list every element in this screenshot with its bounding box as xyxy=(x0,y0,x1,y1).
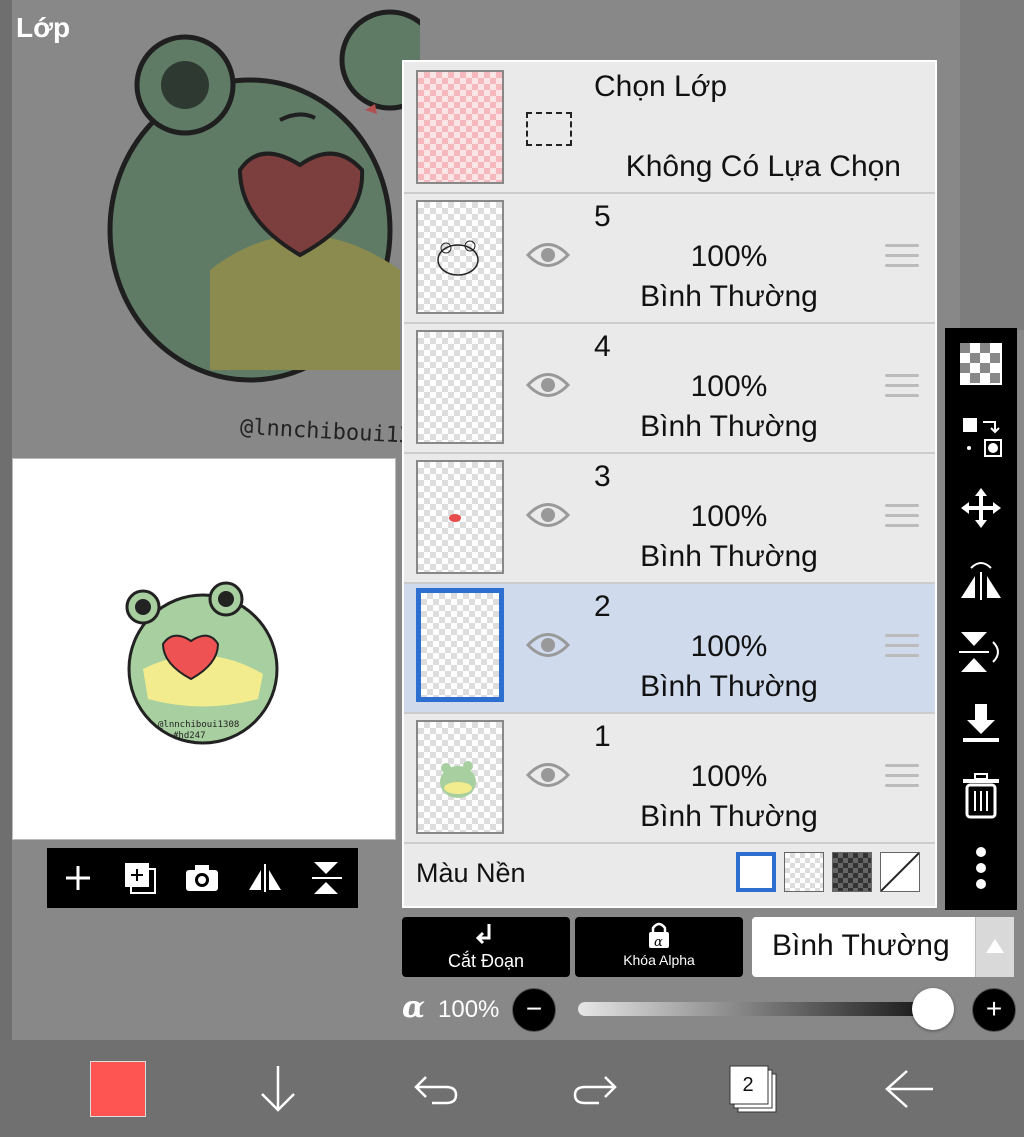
opacity-slider-knob[interactable] xyxy=(912,988,954,1030)
primary-color-swatch[interactable] xyxy=(88,1060,148,1118)
redo-icon[interactable] xyxy=(565,1060,625,1118)
frog-preview-image: @lnnchiboui1308 #hd247 xyxy=(125,581,279,745)
layer-opacity: 100% xyxy=(690,370,768,403)
layer-opacity: 100% xyxy=(690,500,768,533)
opacity-value: 100% xyxy=(438,996,500,1023)
svg-text:@lnnchiboui1308: @lnnchiboui1308 xyxy=(158,720,239,730)
visibility-eye-icon[interactable] xyxy=(526,628,570,662)
frog-artwork xyxy=(107,9,420,383)
layers-panel: Chọn Lớp Không Có Lựa Chọn 5 100% Bình T… xyxy=(402,60,937,908)
bg-swatch-none[interactable] xyxy=(880,852,920,892)
swap-layers-icon[interactable] xyxy=(957,412,1005,460)
flip-horizontal-icon[interactable] xyxy=(957,556,1005,604)
alpha-symbol: α xyxy=(402,990,426,1025)
layer-blend-mode: Bình Thường xyxy=(640,280,818,313)
duplicate-layer-icon[interactable] xyxy=(118,856,162,900)
layers-button[interactable]: 2 xyxy=(720,1060,780,1118)
blend-mode-value: Bình Thường xyxy=(772,929,950,962)
alpha-lock-label: Khóa Alpha xyxy=(623,952,695,968)
drag-handle-icon[interactable] xyxy=(885,634,919,664)
drag-handle-icon[interactable] xyxy=(885,504,919,534)
opacity-decrease-button[interactable]: − xyxy=(512,988,556,1032)
canvas-edge xyxy=(0,0,12,1040)
trash-icon[interactable] xyxy=(957,772,1005,820)
visibility-eye-icon[interactable] xyxy=(526,238,570,272)
back-arrow-icon[interactable] xyxy=(880,1060,940,1118)
move-icon[interactable] xyxy=(957,484,1005,532)
layer-row-1[interactable]: 1 100% Bình Thường xyxy=(404,714,935,844)
layer-blend-mode: Bình Thường xyxy=(640,540,818,573)
layer-row-2[interactable]: 2 100% Bình Thường xyxy=(404,584,935,714)
svg-text:α: α xyxy=(654,935,663,950)
panel-title: Lớp xyxy=(16,12,71,43)
drag-handle-icon[interactable] xyxy=(885,374,919,404)
layer-number: 5 xyxy=(594,200,611,233)
selection-layer-status: Không Có Lựa Chọn xyxy=(625,150,901,183)
bg-swatch-transparent-light[interactable] xyxy=(784,852,824,892)
layer-number: 1 xyxy=(594,720,611,753)
background-color-label: Màu Nền xyxy=(416,858,526,888)
camera-icon[interactable] xyxy=(180,856,224,900)
bottom-toolbar: 2 xyxy=(0,1040,1024,1137)
clipping-icon xyxy=(475,924,491,945)
layer-number: 2 xyxy=(594,590,611,623)
canvas-edge-right xyxy=(960,0,1024,330)
drag-handle-icon[interactable] xyxy=(885,244,919,274)
merge-down-icon[interactable] xyxy=(957,700,1005,748)
blend-mode-arrow[interactable] xyxy=(975,917,1014,977)
flip-vertical-icon[interactable] xyxy=(957,628,1005,676)
marquee-icon xyxy=(526,112,572,146)
layer-blend-mode: Bình Thường xyxy=(640,410,818,443)
color-swatch-fill xyxy=(90,1061,146,1117)
layer-thumbnail xyxy=(416,330,504,444)
layer-number: 3 xyxy=(594,460,611,493)
triangle-up-icon xyxy=(986,939,1004,953)
layer-row-4[interactable]: 4 100% Bình Thường xyxy=(404,324,935,454)
selection-layer-title: Chọn Lớp xyxy=(594,70,728,103)
opacity-increase-button[interactable]: + xyxy=(972,988,1016,1032)
more-options-icon[interactable] xyxy=(957,844,1005,892)
canvas-preview[interactable]: @lnnchiboui1308 #hd247 xyxy=(12,458,396,840)
undo-icon[interactable] xyxy=(406,1060,466,1118)
preview-toolbar xyxy=(47,848,358,908)
layer-tools-bar xyxy=(945,328,1017,910)
bg-swatch-transparent-dark[interactable] xyxy=(832,852,872,892)
layer-thumbnail xyxy=(416,460,504,574)
opacity-slider[interactable] xyxy=(578,1002,938,1016)
clipping-label: Cắt Đoạn xyxy=(447,951,525,971)
svg-text:#hd247: #hd247 xyxy=(173,731,206,741)
clipping-button[interactable]: Cắt Đoạn xyxy=(402,917,570,977)
visibility-eye-icon[interactable] xyxy=(526,498,570,532)
layer-blend-mode: Bình Thường xyxy=(640,670,818,703)
layer-row-5[interactable]: 5 100% Bình Thường xyxy=(404,194,935,324)
background-color-row: Màu Nền xyxy=(404,842,935,906)
visibility-eye-icon[interactable] xyxy=(526,758,570,792)
layer-count: 2 xyxy=(742,1073,754,1096)
layer-thumbnail xyxy=(416,588,504,702)
layer-row-3[interactable]: 3 100% Bình Thường xyxy=(404,454,935,584)
layer-blend-mode: Bình Thường xyxy=(640,800,818,833)
lock-icon: α xyxy=(649,922,669,950)
alpha-lock-button[interactable]: α Khóa Alpha xyxy=(575,917,743,977)
flip-horizontal-icon[interactable] xyxy=(243,856,287,900)
bg-swatch-white[interactable] xyxy=(736,852,776,892)
visibility-eye-icon[interactable] xyxy=(526,368,570,402)
layer-number: 4 xyxy=(594,330,611,363)
arrow-down-icon[interactable] xyxy=(248,1060,308,1118)
layer-opacity: 100% xyxy=(690,240,768,273)
selection-thumbnail xyxy=(416,70,504,184)
blend-mode-select[interactable]: Bình Thường xyxy=(752,917,1014,977)
layer-opacity: 100% xyxy=(690,630,768,663)
flip-vertical-icon[interactable] xyxy=(305,856,349,900)
layer-thumbnail xyxy=(416,200,504,314)
layer-opacity: 100% xyxy=(690,760,768,793)
transparency-icon[interactable] xyxy=(957,340,1005,388)
add-layer-icon[interactable] xyxy=(56,856,100,900)
drag-handle-icon[interactable] xyxy=(885,764,919,794)
selection-layer-row[interactable]: Chọn Lớp Không Có Lựa Chọn xyxy=(404,62,935,194)
opacity-row: α 100% − + xyxy=(400,988,1024,1032)
layer-thumbnail xyxy=(416,720,504,834)
